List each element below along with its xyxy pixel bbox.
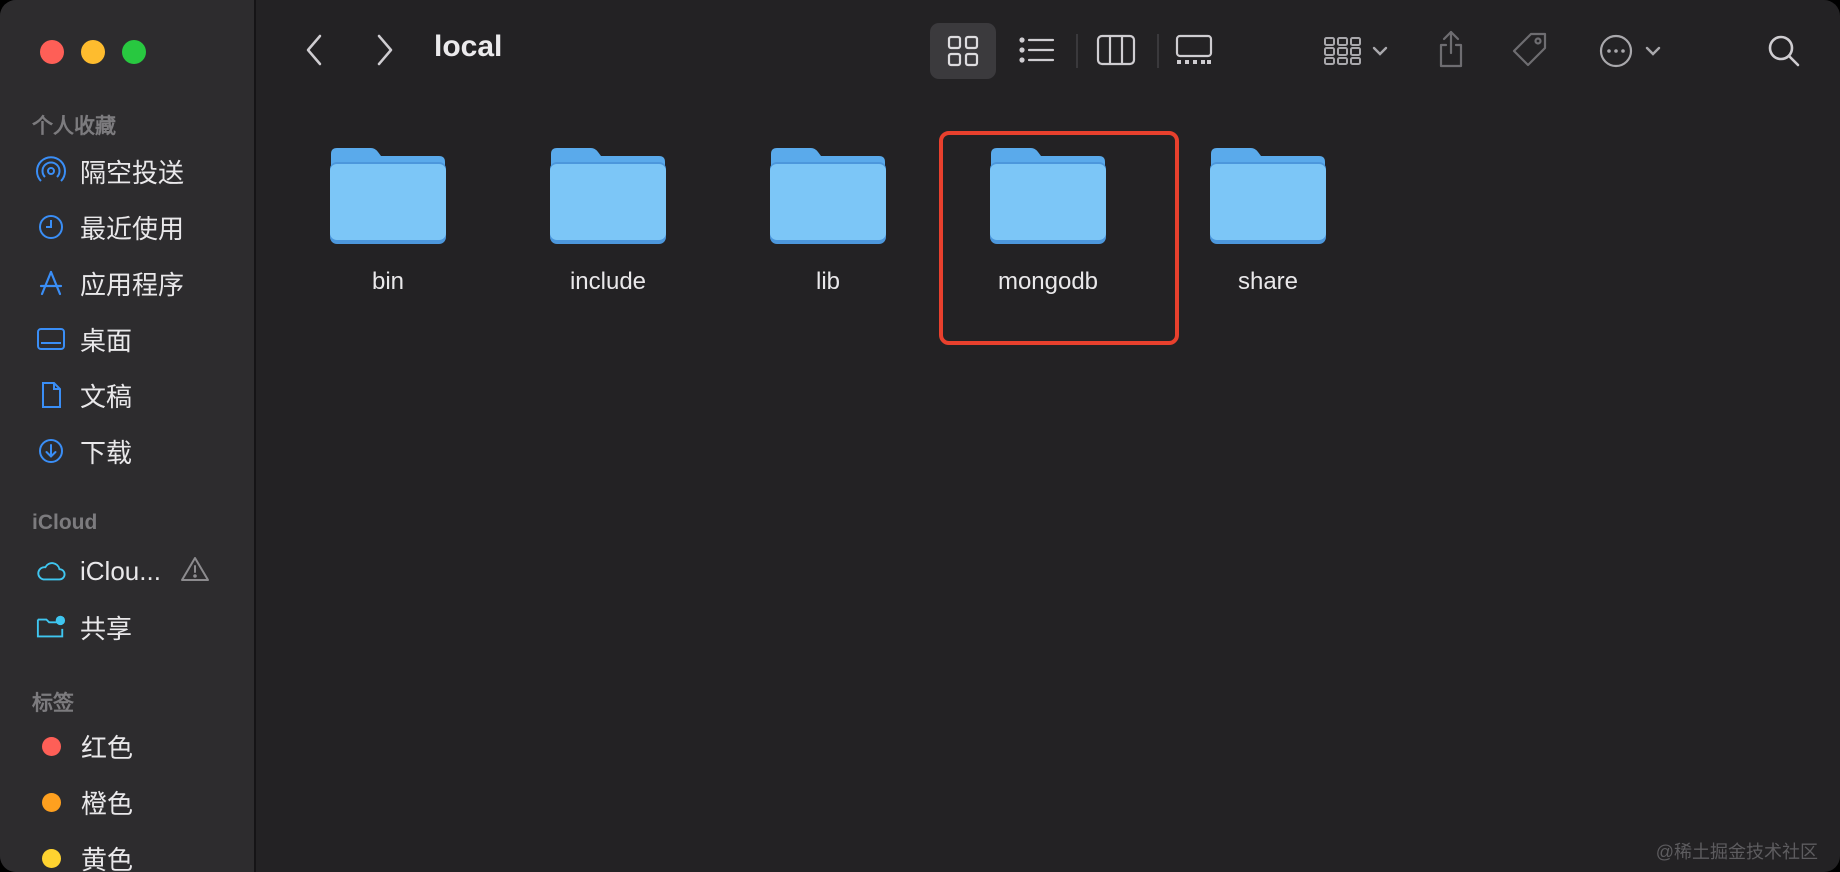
close-button[interactable] [40,40,64,64]
sidebar-item-recents[interactable]: 最近使用 [36,205,246,249]
group-button[interactable] [1318,30,1394,72]
orange-tag-icon [42,792,61,812]
folder-icon [330,148,446,244]
folder-name: share [1237,268,1299,295]
icon-view-icon [947,35,979,67]
sidebar-item-applications[interactable]: 应用程序 [36,261,246,305]
download-icon [36,436,66,466]
folder-icon [1210,148,1326,244]
sidebar-item-desktop[interactable]: 桌面 [36,317,246,361]
share-icon [1439,30,1463,68]
folder-item[interactable]: include [528,146,688,296]
column-view-icon [1096,34,1136,66]
sidebar-item-documents[interactable]: 文稿 [36,373,246,417]
minimize-button[interactable] [81,40,105,64]
tag-button[interactable] [1510,28,1550,72]
folder-name: lib [815,268,840,295]
search-icon [1768,35,1800,67]
window-title: local [434,30,503,63]
group-icon [1324,37,1361,65]
column-view-button[interactable] [1094,28,1138,72]
sidebar-item-label: 下载 [80,437,133,468]
watermark: @稀土掘金技术社区 [1655,842,1818,862]
sidebar-item-label: 文稿 [80,381,133,412]
toolbar-separator [1076,34,1078,68]
list-view-button[interactable] [1016,28,1058,72]
favorites-section-title: 个人收藏 [32,115,116,138]
highlight-box [939,131,1179,345]
ellipsis-circle-icon [1599,34,1633,68]
folder-icon [550,148,666,244]
sidebar-item-label: 红色 [81,732,134,763]
gallery-view-icon [1175,34,1213,64]
applications-icon [36,268,66,298]
sidebar-item-label: 最近使用 [80,213,185,244]
desktop-icon [36,324,66,354]
zoom-button[interactable] [122,40,146,64]
list-view-icon [1019,37,1055,63]
folder-name: include [569,268,647,295]
gallery-view-button[interactable] [1172,28,1216,72]
sidebar-item-label: 黄色 [81,844,134,872]
chevron-left-icon [306,34,322,66]
finder-window: 个人收藏 隔空投送 最近使用 应用程序 桌面 文稿 下载 iCloud iClo… [0,0,1840,872]
sidebar-item-shared[interactable]: 共享 [36,605,246,649]
sidebar: 个人收藏 隔空投送 最近使用 应用程序 桌面 文稿 下载 iCloud iClo… [0,0,256,872]
airdrop-icon [36,156,66,186]
red-tag-icon [42,736,61,756]
chevron-down-icon [1645,46,1661,56]
sidebar-item-tag-yellow[interactable]: 黄色 [36,836,246,872]
chevron-right-icon [377,34,393,66]
tags-section-title: 标签 [32,692,74,715]
folder-item[interactable]: lib [748,146,908,296]
folder-name: bin [371,268,405,295]
shared-folder-icon [36,612,66,642]
toolbar-separator [1157,34,1159,68]
sidebar-item-label: 橙色 [81,788,134,819]
folder-item[interactable]: bin [308,146,468,296]
clock-icon [36,212,66,242]
sidebar-item-airdrop[interactable]: 隔空投送 [36,149,246,193]
folder-item[interactable]: share [1188,146,1348,296]
window-controls [40,40,146,64]
sidebar-item-label: 应用程序 [80,269,185,300]
icon-view-button[interactable] [930,23,996,79]
back-button[interactable] [298,30,330,70]
sidebar-item-label: 桌面 [80,325,133,356]
share-button[interactable] [1434,26,1468,72]
cloud-icon [36,556,66,586]
sidebar-item-label: 隔空投送 [80,157,185,188]
icloud-section-title: iCloud [32,511,98,534]
more-actions-button[interactable] [1594,30,1666,72]
sidebar-item-downloads[interactable]: 下载 [36,429,246,473]
forward-button[interactable] [369,30,401,70]
sidebar-item-tag-red[interactable]: 红色 [36,724,246,768]
document-icon [36,380,66,410]
sidebar-item-icloud-drive[interactable]: iClou... [36,549,246,593]
folder-icon [770,148,886,244]
yellow-tag-icon [42,848,61,868]
search-button[interactable] [1764,30,1804,72]
sidebar-item-label: iClou... [80,555,161,586]
tag-icon [1512,32,1547,67]
sidebar-item-label: 共享 [80,613,133,644]
warning-icon[interactable] [180,555,210,590]
sidebar-item-tag-orange[interactable]: 橙色 [36,780,246,824]
chevron-down-icon [1372,46,1388,56]
